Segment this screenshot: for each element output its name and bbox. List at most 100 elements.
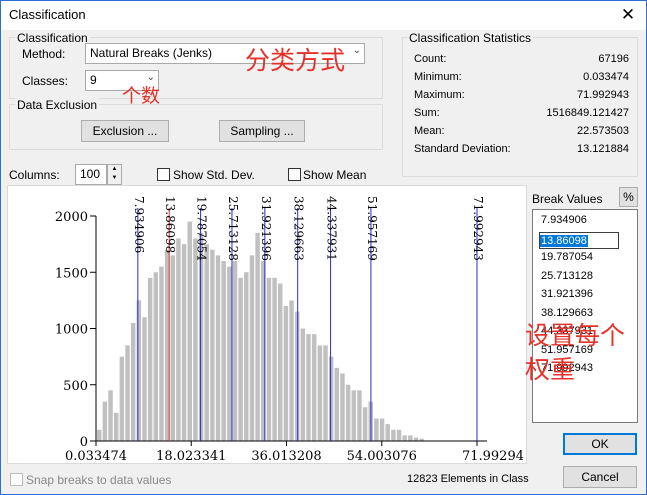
histogram-bar — [306, 334, 311, 441]
show-mean-checkbox[interactable] — [288, 168, 301, 181]
percent-button[interactable]: % — [619, 187, 638, 207]
histogram-bar — [391, 429, 396, 441]
break-value-item[interactable]: 31.921396 — [541, 288, 593, 300]
stat-row: Mean: 22.573503 — [414, 125, 629, 143]
stat-row: Minimum: 0.033474 — [414, 71, 629, 89]
histogram-bar — [142, 317, 147, 441]
stat-label: Standard Deviation: — [414, 143, 511, 155]
y-tick-label: 500 — [63, 379, 88, 394]
histogram-bar — [164, 249, 170, 441]
histogram-bar — [147, 277, 153, 441]
break-value-editor[interactable]: 13.86098 — [539, 231, 619, 249]
exclusion-button[interactable]: Exclusion ... — [81, 120, 169, 142]
break-line-label: 7.934906 — [132, 196, 146, 253]
dialog-title: Classification — [9, 7, 86, 22]
y-tick-label: 0 — [80, 435, 88, 450]
snap-breaks-label: Snap breaks to data values — [26, 473, 172, 487]
break-values-list[interactable]: 7.934906 13.86098 19.787054 25.713128 31.921… — [532, 209, 638, 423]
histogram-bar — [244, 272, 249, 441]
histogram-bar — [408, 435, 413, 441]
show-mean-label: Show Mean — [303, 168, 367, 182]
histogram-bar — [334, 367, 340, 441]
break-value-item[interactable]: 38.129663 — [541, 307, 593, 319]
x-tick-label: 36.013208 — [251, 449, 321, 464]
histogram-bar — [153, 272, 159, 441]
histogram-bar — [187, 221, 192, 441]
stat-value: 67196 — [598, 53, 629, 65]
classification-group-title: Classification — [15, 31, 90, 45]
chevron-down-icon: ⌄ — [352, 45, 361, 56]
histogram-chart[interactable]: 0 500 1000 1500 2000 0.033474 18.023341 36.0132… — [8, 186, 528, 465]
x-tick-label: 18.023341 — [156, 449, 226, 464]
histogram-bar — [357, 390, 362, 441]
y-tick-label: 1000 — [55, 323, 88, 338]
columns-spinner[interactable]: ▲ ▼ — [107, 164, 122, 185]
break-line-label: 19.787054 — [195, 196, 209, 261]
show-std-dev-checkbox[interactable] — [157, 168, 170, 181]
histogram-bar — [136, 300, 142, 441]
method-annotation: 分类方式 — [245, 46, 346, 75]
stat-value: 0.033474 — [583, 71, 629, 83]
histogram-bar — [345, 384, 351, 441]
ok-button[interactable]: OK — [563, 433, 637, 455]
histogram-bar — [232, 261, 238, 441]
histogram-bar — [170, 255, 175, 441]
histogram-bar — [255, 232, 260, 441]
histogram-bar — [181, 244, 187, 441]
histogram-bar — [221, 261, 226, 441]
break-values-label: Break Values — [532, 192, 603, 206]
break-line-label: 71.992943 — [471, 196, 485, 261]
method-value: Natural Breaks (Jenks) — [90, 46, 213, 60]
histogram-bar — [176, 238, 181, 441]
stat-row: Maximum: 71.992943 — [414, 89, 629, 107]
y-tick-label: 1500 — [55, 266, 88, 281]
sampling-button[interactable]: Sampling ... — [219, 120, 305, 142]
histogram-bar — [119, 356, 125, 441]
spin-down-icon[interactable]: ▼ — [108, 174, 121, 183]
stat-value: 22.573503 — [577, 125, 629, 137]
histogram-bar — [113, 412, 119, 441]
statistics-title: Classification Statistics — [407, 31, 534, 45]
histogram-bar — [374, 418, 379, 441]
stat-label: Sum: — [414, 107, 440, 119]
close-icon[interactable]: ✕ — [616, 4, 640, 26]
elements-in-class: 12823 Elements in Class — [407, 473, 529, 485]
histogram-bar — [379, 418, 385, 441]
histogram-bar — [97, 429, 102, 441]
histogram-bar — [125, 345, 130, 441]
histogram-bar — [340, 373, 345, 441]
snap-breaks-checkbox[interactable] — [10, 473, 23, 486]
stat-label: Maximum: — [414, 89, 465, 101]
histogram-bar — [227, 266, 232, 441]
histogram-bar — [289, 300, 294, 441]
stat-value: 1516849.121427 — [546, 107, 629, 119]
histogram-bar — [108, 390, 113, 441]
break-value-item[interactable]: 19.787054 — [541, 251, 593, 263]
columns-input[interactable]: 100 — [75, 164, 107, 185]
histogram-bar — [238, 277, 243, 441]
break-line-label: 38.129663 — [292, 196, 306, 261]
histogram-bar — [311, 334, 317, 441]
break-value-selected[interactable]: 13.86098 — [540, 234, 588, 247]
histogram-bar — [317, 345, 323, 441]
show-std-dev-label: Show Std. Dev. — [173, 168, 255, 182]
histogram-bar — [351, 390, 357, 441]
spin-up-icon[interactable]: ▲ — [108, 165, 121, 174]
stat-label: Minimum: — [414, 71, 462, 83]
histogram-bar — [215, 255, 221, 441]
break-value-item[interactable]: 25.713128 — [541, 270, 593, 282]
break-line-label: 51.957169 — [365, 196, 379, 261]
cancel-button[interactable]: Cancel — [563, 466, 637, 488]
histogram-bar — [328, 356, 334, 441]
histogram-bar — [130, 322, 136, 441]
break-value-item[interactable]: 7.934906 — [541, 214, 587, 226]
histogram-bar — [283, 306, 289, 441]
stat-value: 71.992943 — [577, 89, 629, 101]
break-line-label: 13.86098 — [163, 196, 177, 253]
data-exclusion-title: Data Exclusion — [15, 98, 100, 112]
histogram-bar — [272, 277, 277, 441]
histogram-bar — [300, 328, 306, 441]
histogram-bar — [193, 238, 198, 441]
break-line-label: 44.337931 — [325, 196, 339, 261]
title-bar: Classification ✕ — [1, 1, 646, 30]
